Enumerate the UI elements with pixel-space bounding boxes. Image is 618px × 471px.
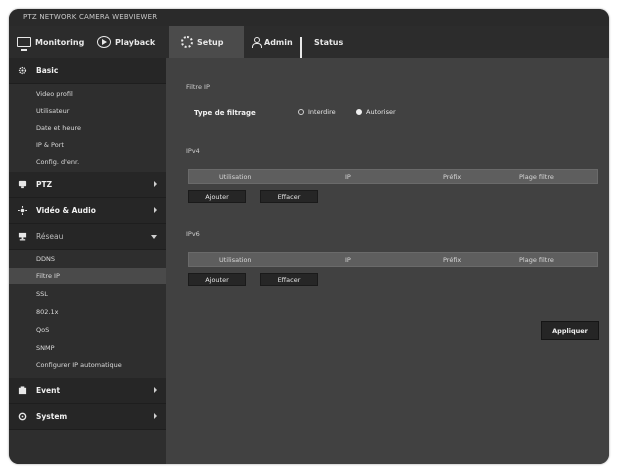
sidebar-group-basic[interactable]: Basic: [9, 58, 166, 84]
tab-status[interactable]: Status: [300, 26, 343, 58]
chevron-right-icon: [154, 207, 157, 213]
sidebar-item-ip-port[interactable]: IP & Port: [9, 137, 166, 153]
playback-icon: [97, 36, 111, 48]
filter-type-label: Type de filtrage: [194, 109, 256, 117]
sidebar-item-auto-ip[interactable]: Configurer IP automatique: [9, 357, 166, 373]
tab-monitoring-label: Monitoring: [35, 37, 85, 47]
sidebar-item-label: Video profil: [36, 90, 73, 98]
radio-allow[interactable]: Autoriser: [356, 108, 396, 116]
tab-playback[interactable]: Playback: [97, 26, 155, 58]
col-usage: Utilisation: [219, 173, 252, 181]
ipv4-section-title: IPv4: [186, 147, 200, 155]
monitor-icon: [17, 37, 31, 51]
sidebar-item-label: SNMP: [36, 344, 55, 352]
network-icon: [18, 232, 27, 241]
tab-playback-label: Playback: [115, 37, 156, 47]
col-prefix: Préfix: [443, 256, 462, 264]
tab-admin[interactable]: Admin: [252, 26, 293, 58]
main-content: Filtre IP Type de filtrage Interdire Aut…: [166, 58, 609, 464]
admin-user-icon: [252, 37, 262, 48]
tab-monitoring[interactable]: Monitoring: [17, 26, 84, 58]
sidebar-item-label: Configurer IP automatique: [36, 361, 122, 369]
sidebar-group-event-label: Event: [36, 386, 61, 395]
page-title: Filtre IP: [186, 83, 210, 91]
tab-admin-label: Admin: [264, 37, 293, 47]
sidebar-item-label: 802.1x: [36, 308, 59, 316]
chevron-down-icon: [151, 235, 157, 239]
sidebar-item-record-config[interactable]: Config. d'enr.: [9, 154, 166, 170]
sidebar-group-system-label: System: [36, 412, 68, 421]
radio-deny[interactable]: Interdire: [298, 108, 336, 116]
ipv6-table-header: Utilisation IP Préfix Plage filtre: [188, 252, 598, 267]
chevron-right-icon: [154, 181, 157, 187]
col-ip: IP: [345, 173, 351, 181]
sidebar-item-8021x[interactable]: 802.1x: [9, 304, 166, 320]
ptz-camera-icon: [18, 180, 27, 189]
ipv4-table-header: Utilisation IP Préfix Plage filtre: [188, 169, 598, 184]
sidebar-item-label: Config. d'enr.: [36, 158, 80, 166]
chevron-right-icon: [154, 413, 157, 419]
ipv6-section-title: IPv6: [186, 230, 200, 238]
sidebar-item-label: QoS: [36, 326, 50, 334]
sidebar-group-system[interactable]: System: [9, 404, 166, 430]
sidebar-item-label: Utilisateur: [36, 107, 70, 115]
sidebar-group-video-audio[interactable]: Vidéo & Audio: [9, 198, 166, 224]
top-menu-bar: Monitoring Playback Setup Admin Status: [9, 26, 609, 58]
ipv4-add-button[interactable]: Ajouter: [188, 190, 246, 203]
ipv6-delete-button[interactable]: Effacer: [260, 273, 318, 286]
sidebar-group-ptz-label: PTZ: [36, 180, 53, 189]
sidebar-item-qos[interactable]: QoS: [9, 322, 166, 338]
sidebar-item-date-time[interactable]: Date et heure: [9, 120, 166, 136]
col-ip: IP: [345, 256, 351, 264]
sidebar-item-label: SSL: [36, 290, 48, 298]
sidebar-group-network-label: Réseau: [36, 232, 64, 241]
col-prefix: Préfix: [443, 173, 462, 181]
gear-icon: [18, 66, 27, 75]
col-filter-range: Plage filtre: [519, 256, 554, 264]
video-audio-icon: [18, 206, 27, 215]
event-icon: [18, 386, 27, 395]
sidebar-group-video-audio-label: Vidéo & Audio: [36, 206, 96, 215]
sidebar-item-ddns[interactable]: DDNS: [9, 251, 166, 267]
radio-allow-dot[interactable]: [356, 109, 362, 115]
tab-setup-label: Setup: [197, 37, 224, 47]
sidebar-group-event[interactable]: Event: [9, 378, 166, 404]
status-bars-icon: [300, 37, 310, 58]
sidebar-group-network[interactable]: Réseau: [9, 224, 166, 250]
system-icon: [18, 412, 27, 421]
sidebar-item-label: IP & Port: [36, 141, 64, 149]
radio-allow-label: Autoriser: [366, 108, 396, 116]
tab-setup[interactable]: Setup: [169, 26, 244, 58]
sidebar-item-user[interactable]: Utilisateur: [9, 103, 166, 119]
col-filter-range: Plage filtre: [519, 173, 554, 181]
col-usage: Utilisation: [219, 256, 252, 264]
sidebar-item-snmp[interactable]: SNMP: [9, 340, 166, 356]
sidebar-item-label: Date et heure: [36, 124, 81, 132]
sidebar-item-ip-filter[interactable]: Filtre IP: [9, 268, 166, 284]
sidebar-item-video-profile[interactable]: Video profil: [9, 86, 166, 102]
ipv4-delete-button[interactable]: Effacer: [260, 190, 318, 203]
radio-deny-label: Interdire: [308, 108, 336, 116]
tab-status-label: Status: [314, 37, 344, 47]
chevron-right-icon: [154, 387, 157, 393]
sidebar-item-ssl[interactable]: SSL: [9, 286, 166, 302]
sidebar: Basic Video profil Utilisateur Date et h…: [9, 58, 166, 464]
title-bar: PTZ NETWORK CAMERA WEBVIEWER: [9, 9, 609, 26]
sidebar-group-ptz[interactable]: PTZ: [9, 172, 166, 198]
window-title: PTZ NETWORK CAMERA WEBVIEWER: [23, 13, 158, 21]
browser-window: PTZ NETWORK CAMERA WEBVIEWER Monitoring …: [9, 9, 609, 464]
sidebar-item-label: DDNS: [36, 255, 55, 263]
setup-gear-icon: [181, 36, 193, 48]
radio-deny-dot[interactable]: [298, 109, 304, 115]
sidebar-group-basic-label: Basic: [36, 66, 59, 75]
ipv6-add-button[interactable]: Ajouter: [188, 273, 246, 286]
sidebar-item-label: Filtre IP: [36, 272, 60, 280]
apply-button[interactable]: Appliquer: [541, 321, 599, 340]
